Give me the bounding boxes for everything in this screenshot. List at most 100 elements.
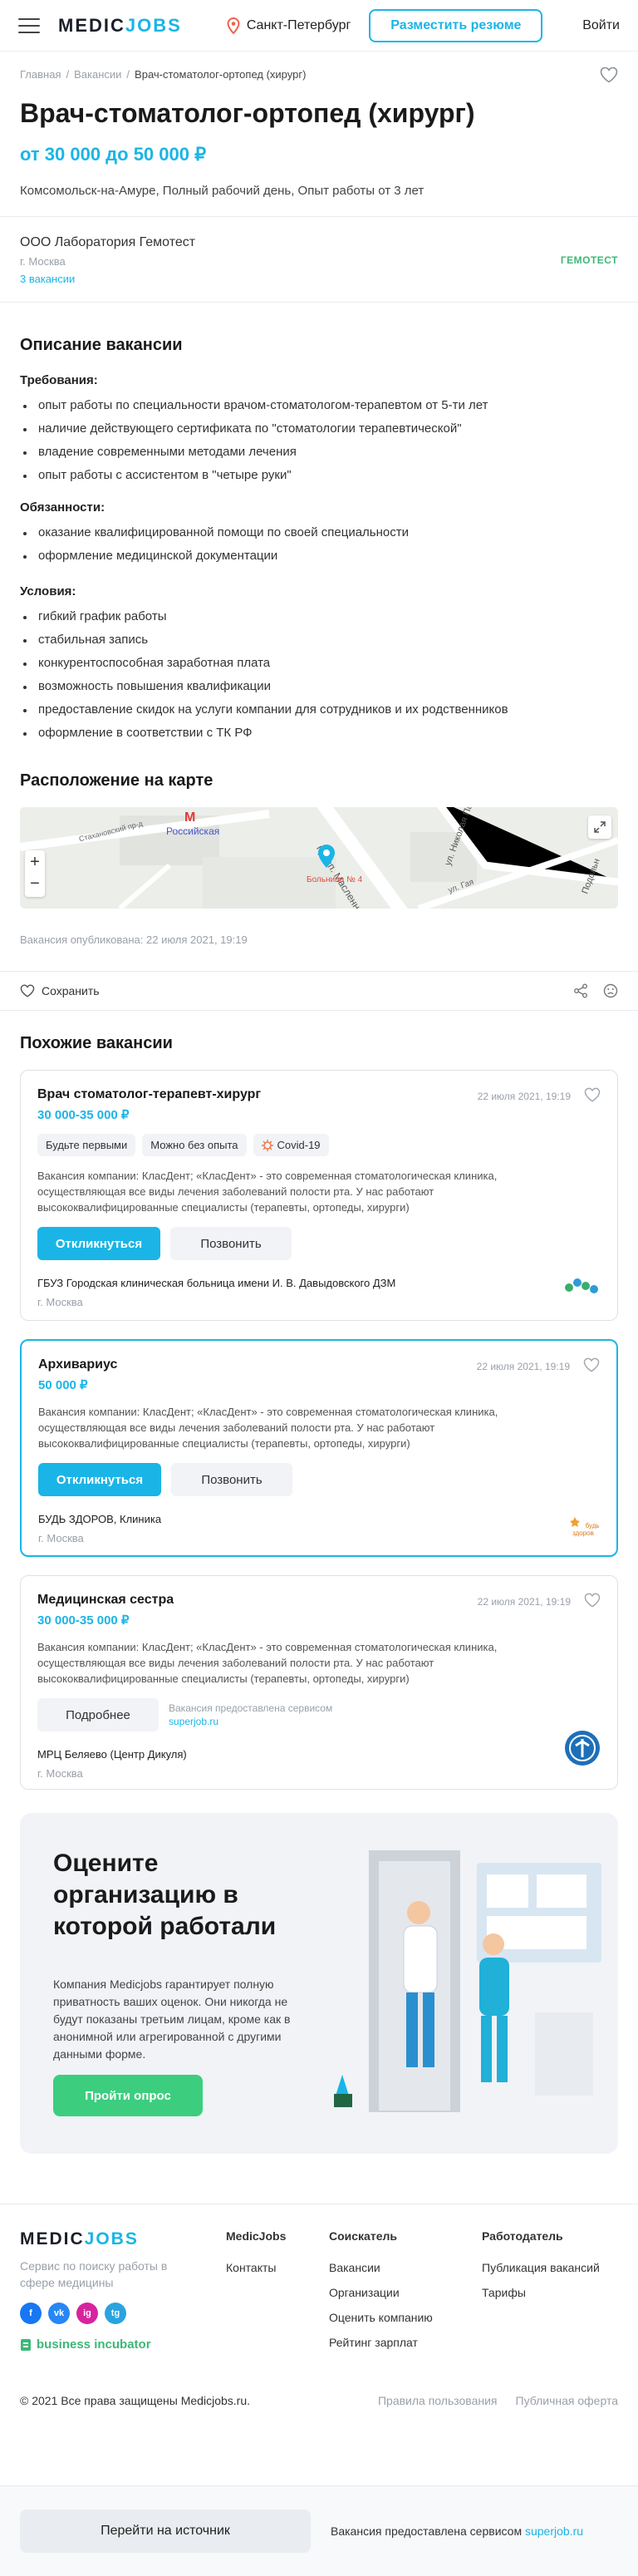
respond-button[interactable]: Откликнуться — [38, 1463, 161, 1496]
heart-icon[interactable] — [583, 1357, 600, 1372]
vacancy-card[interactable]: Врач стоматолог-терапевт-хирург 30 000-3… — [20, 1070, 618, 1321]
tag-covid: Covid-19 — [253, 1134, 329, 1156]
footer-link[interactable]: Контакты — [226, 2261, 329, 2274]
footer-col-heading: Работодатель — [482, 2229, 563, 2243]
facebook-icon[interactable]: f — [20, 2303, 42, 2324]
company-block: ООО Лаборатория Гемотест г. Москва 3 вак… — [0, 217, 638, 302]
company-name[interactable]: ООО Лаборатория Гемотест — [20, 235, 195, 250]
map[interactable]: Стахановский пр-д просп. Масленникова ул… — [20, 807, 618, 909]
breadcrumb-current: Врач-стоматолог-ортопед (хирург) — [135, 68, 307, 81]
vacancy-card[interactable]: Медицинская сестра 30 000-35 000 ₽ 22 ию… — [20, 1575, 618, 1790]
list-item: гибкий график работы — [20, 605, 618, 628]
requirements-list: опыт работы по специальности врачом-стом… — [20, 394, 618, 487]
save-button[interactable]: Сохранить — [42, 984, 100, 997]
respond-button[interactable]: Откликнуться — [37, 1227, 160, 1260]
company-vacancy-count[interactable]: 3 вакансии — [20, 273, 195, 285]
telegram-icon[interactable]: tg — [105, 2303, 126, 2324]
post-resume-button[interactable]: Разместить резюме — [369, 8, 543, 42]
duties-heading: Обязанности: — [20, 500, 106, 515]
take-survey-button[interactable]: Пройти опрос — [53, 2075, 203, 2116]
survey-banner: Оцените организацию в которой работали К… — [20, 1813, 618, 2154]
survey-text: Компания Medicjobs гарантирует полную пр… — [53, 1978, 291, 2061]
fullscreen-icon[interactable] — [588, 815, 611, 839]
organization-logo: будь здоров — [567, 1516, 600, 1537]
map-heading: Расположение на карте — [20, 771, 213, 790]
logo-part-2: JOBS — [84, 2229, 139, 2248]
card-date: 22 июля 2021, 19:19 — [477, 1091, 571, 1102]
card-salary: 30 000-35 000 ₽ — [37, 1108, 130, 1122]
footer-link[interactable]: Вакансии — [329, 2261, 482, 2274]
logo-part-2: JOBS — [125, 14, 182, 36]
incubator-icon — [20, 2338, 32, 2352]
zoom-out-button[interactable]: − — [25, 874, 45, 897]
tag: Можно без опыта — [142, 1134, 247, 1156]
sad-face-icon[interactable] — [603, 983, 618, 998]
copyright: © 2021 Все права защищены Medicjobs.ru. — [20, 2394, 250, 2407]
heart-icon[interactable] — [20, 984, 35, 997]
source-link[interactable]: superjob.ru — [525, 2524, 583, 2538]
organization-logo — [562, 1273, 601, 1302]
header: MEDICJOBS Санкт-Петербург Разместить рез… — [0, 0, 638, 52]
offer-link[interactable]: Публичная оферта — [516, 2394, 619, 2407]
similar-heading: Похожие вакансии — [20, 1034, 173, 1052]
card-description: Вакансия компании: КласДент; «КласДент» … — [38, 1406, 498, 1450]
heart-icon[interactable] — [584, 1087, 601, 1102]
footer-logo[interactable]: MEDICJOBS — [20, 2229, 226, 2249]
call-button[interactable]: Позвонить — [171, 1463, 292, 1496]
list-item: оформление медицинской документации — [20, 544, 618, 568]
logo[interactable]: MEDICJOBS — [58, 15, 182, 37]
footer-link[interactable]: Рейтинг зарплат — [329, 2336, 482, 2349]
share-icon[interactable] — [573, 983, 588, 998]
call-button[interactable]: Позвонить — [170, 1227, 292, 1260]
card-date: 22 июля 2021, 19:19 — [476, 1361, 570, 1372]
footer-col-employer: Работодатель Публикация вакансий Тарифы — [482, 2229, 600, 2361]
logo-part-1: MEDIC — [20, 2229, 85, 2248]
city-label: Санкт-Петербург — [246, 17, 351, 32]
source-note: Вакансия предоставлена сервисом superjob… — [331, 2524, 583, 2538]
business-incubator[interactable]: business incubator — [20, 2337, 226, 2352]
source-note: Вакансия предоставлена сервисом superjob… — [169, 1702, 332, 1728]
footer-link[interactable]: Публикация вакансий — [482, 2261, 600, 2274]
footer-slogan: Сервис по поиску работы в сфере медицины — [20, 2259, 168, 2289]
terms-link[interactable]: Правила пользования — [378, 2394, 498, 2407]
heart-icon[interactable] — [600, 66, 618, 83]
footer: MEDICJOBS Сервис по поиску работы в сфер… — [0, 2204, 638, 2407]
breadcrumb-vacancies[interactable]: Вакансии — [74, 68, 121, 81]
footer-link[interactable]: Тарифы — [482, 2286, 600, 2299]
card-organization[interactable]: МРЦ Беляево (Центр Дикуля) — [37, 1748, 601, 1761]
actions-bar: Сохранить — [0, 972, 638, 1010]
instagram-icon[interactable]: ig — [76, 2303, 98, 2324]
card-salary: 50 000 ₽ — [38, 1378, 88, 1392]
company-logo[interactable]: ГЕМОТЕСТ — [561, 254, 618, 266]
vacancy-meta: Комсомольск-на-Амуре, Полный рабочий ден… — [20, 184, 425, 198]
vk-icon[interactable]: vk — [48, 2303, 70, 2324]
list-item: опыт работы по специальности врачом-стом… — [20, 394, 618, 417]
heart-icon[interactable] — [584, 1593, 601, 1608]
details-button[interactable]: Подробнее — [37, 1698, 159, 1731]
card-salary: 30 000-35 000 ₽ — [37, 1613, 130, 1628]
virus-icon — [261, 1139, 273, 1151]
breadcrumb-home[interactable]: Главная — [20, 68, 61, 81]
footer-link[interactable]: Оценить компанию — [329, 2311, 482, 2324]
list-item: стабильная запись — [20, 628, 618, 652]
card-organization[interactable]: ГБУЗ Городская клиническая больница имен… — [37, 1277, 601, 1289]
card-organization[interactable]: БУДЬ ЗДОРОВ, Клиника — [38, 1513, 600, 1525]
footer-link[interactable]: Организации — [329, 2286, 482, 2299]
zoom-controls: + − — [25, 850, 45, 897]
city-selector[interactable]: Санкт-Петербург — [227, 17, 351, 34]
source-link[interactable]: superjob.ru — [169, 1716, 218, 1727]
card-city: г. Москва — [37, 1767, 83, 1780]
vacancy-card[interactable]: Архивариус 50 000 ₽ 22 июля 2021, 19:19 … — [20, 1339, 618, 1557]
login-link[interactable]: Войти — [582, 18, 620, 33]
footer-col-heading: MedicJobs — [226, 2229, 287, 2243]
requirements-heading: Требования: — [20, 373, 98, 387]
go-to-source-button[interactable]: Перейти на источник — [20, 2510, 311, 2553]
list-item: предоставление скидок на услуги компании… — [20, 698, 618, 722]
menu-icon[interactable] — [18, 17, 40, 33]
tag-label: Covid-19 — [277, 1139, 321, 1151]
map-marker-icon[interactable] — [317, 844, 336, 873]
zoom-in-button[interactable]: + — [25, 850, 45, 874]
tag-list: Будьте первыми Можно без опыта Covid-19 — [37, 1134, 601, 1156]
footer-bottom: © 2021 Все права защищены Medicjobs.ru. … — [20, 2394, 618, 2407]
source-text: Вакансия предоставлена сервисом — [169, 1702, 333, 1714]
